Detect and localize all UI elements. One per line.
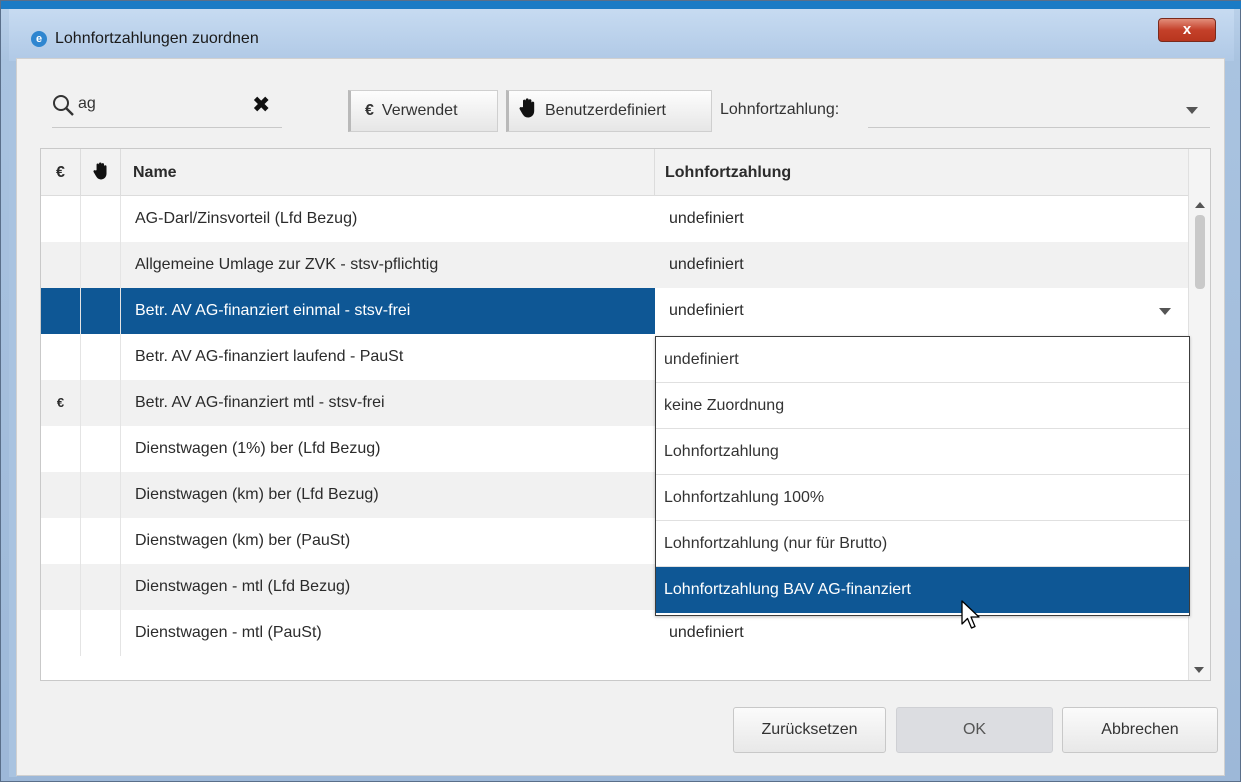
used-cell (41, 564, 81, 610)
dropdown-option[interactable]: undefiniert (656, 337, 1189, 383)
custom-cell (81, 196, 121, 242)
column-header-custom[interactable] (81, 149, 121, 196)
custom-cell (81, 472, 121, 518)
used-euro-icon: € (41, 380, 81, 426)
used-cell (41, 288, 81, 334)
clear-search-icon[interactable]: ✖ (252, 92, 270, 118)
reset-button[interactable]: Zurücksetzen (733, 707, 886, 753)
dropdown-option[interactable]: Lohnfortzahlung (nur für Brutto) (656, 521, 1189, 567)
scrollbar-thumb[interactable] (1195, 215, 1205, 289)
mouse-pointer-icon (961, 600, 980, 629)
name-cell: Betr. AV AG-finanziert laufend - PauSt (135, 348, 404, 365)
column-header-name[interactable]: Name (121, 149, 655, 196)
scroll-down-icon[interactable] (1194, 667, 1204, 673)
custom-cell (81, 334, 121, 380)
dropdown-option[interactable]: Lohnfortzahlung 100% (656, 475, 1189, 521)
used-cell (41, 472, 81, 518)
ok-button[interactable]: OK (896, 707, 1053, 753)
name-cell: Dienstwagen (1%) ber (Lfd Bezug) (135, 440, 381, 457)
chevron-down-icon[interactable] (1159, 308, 1171, 315)
hand-icon (519, 98, 535, 118)
used-cell (41, 426, 81, 472)
search-icon (53, 95, 74, 116)
name-cell: AG-Darl/Zinsvorteil (Lfd Bezug) (135, 210, 358, 227)
scroll-up-icon[interactable] (1195, 202, 1205, 208)
app-icon: e (31, 31, 47, 47)
table-row[interactable]: AG-Darl/Zinsvorteil (Lfd Bezug) undefini… (41, 196, 1189, 242)
custom-filter-label: Benutzerdefiniert (545, 102, 666, 119)
custom-cell (81, 564, 121, 610)
lohnfortzahlung-combobox-value: undefiniert (669, 302, 744, 319)
lohnfortzahlung-dropdown-list[interactable]: undefiniert keine Zuordnung Lohnfortzahl… (655, 336, 1190, 616)
title-bar[interactable]: e Lohnfortzahlungen zuordnen x (9, 9, 1234, 61)
lohnfortzahlung-cell[interactable]: undefiniert (655, 610, 1189, 656)
used-filter-label: Verwendet (381, 102, 458, 119)
lohnfortzahlung-combobox[interactable]: undefiniert (655, 288, 1189, 334)
custom-cell (81, 242, 121, 288)
column-header-lohnfortzahlung[interactable]: Lohnfortzahlung (655, 149, 1189, 196)
custom-cell (81, 288, 121, 334)
lohnfortzahlung-filter-label: Lohnfortzahlung: (720, 101, 840, 118)
close-button[interactable]: x (1158, 18, 1216, 42)
lohnfortzahlung-cell[interactable]: undefiniert (655, 196, 1189, 242)
name-cell: Betr. AV AG-finanziert einmal - stsv-fre… (121, 288, 655, 334)
name-cell: Dienstwagen - mtl (Lfd Bezug) (135, 578, 351, 595)
lohnfortzahlung-filter-select[interactable] (868, 92, 1210, 128)
used-filter-button[interactable]: € Verwendet (348, 90, 498, 132)
custom-cell (81, 380, 121, 426)
name-cell: Dienstwagen - mtl (PauSt) (135, 624, 322, 641)
name-cell: Dienstwagen (km) ber (Lfd Bezug) (135, 486, 379, 503)
window-title: Lohnfortzahlungen zuordnen (55, 30, 259, 47)
custom-cell (81, 426, 121, 472)
used-cell (41, 610, 81, 656)
used-cell (41, 242, 81, 288)
table-row[interactable]: Allgemeine Umlage zur ZVK - stsv-pflicht… (41, 242, 1189, 288)
hand-icon (92, 162, 107, 180)
window-top-border (1, 1, 1241, 9)
used-cell (41, 518, 81, 564)
dropdown-option[interactable]: Lohnfortzahlung (656, 429, 1189, 475)
search-field[interactable]: ag ✖ (52, 88, 282, 128)
table-row[interactable]: Dienstwagen - mtl (PauSt) undefiniert (41, 610, 1189, 656)
lohnfortzahlung-cell[interactable]: undefiniert (655, 242, 1189, 288)
dropdown-option-highlighted[interactable]: Lohnfortzahlung BAV AG-finanziert (656, 567, 1189, 613)
custom-filter-button[interactable]: Benutzerdefiniert (506, 90, 712, 132)
euro-icon: € (365, 102, 374, 119)
used-cell (41, 196, 81, 242)
used-cell (41, 334, 81, 380)
name-cell: Allgemeine Umlage zur ZVK - stsv-pflicht… (135, 256, 439, 273)
vertical-scrollbar[interactable] (1188, 149, 1210, 680)
cancel-button[interactable]: Abbrechen (1062, 707, 1218, 753)
name-cell: Dienstwagen (km) ber (PauSt) (135, 532, 351, 549)
table-header: € Name Lohnfortzahlung (41, 149, 1189, 196)
search-input[interactable]: ag (78, 95, 96, 113)
dropdown-option[interactable]: keine Zuordnung (656, 383, 1189, 429)
column-header-used[interactable]: € (41, 149, 81, 196)
table-row-selected[interactable]: Betr. AV AG-finanziert einmal - stsv-fre… (41, 288, 1189, 334)
custom-cell (81, 518, 121, 564)
name-cell: Betr. AV AG-finanziert mtl - stsv-frei (135, 394, 385, 411)
chevron-down-icon (1186, 107, 1198, 114)
custom-cell (81, 610, 121, 656)
